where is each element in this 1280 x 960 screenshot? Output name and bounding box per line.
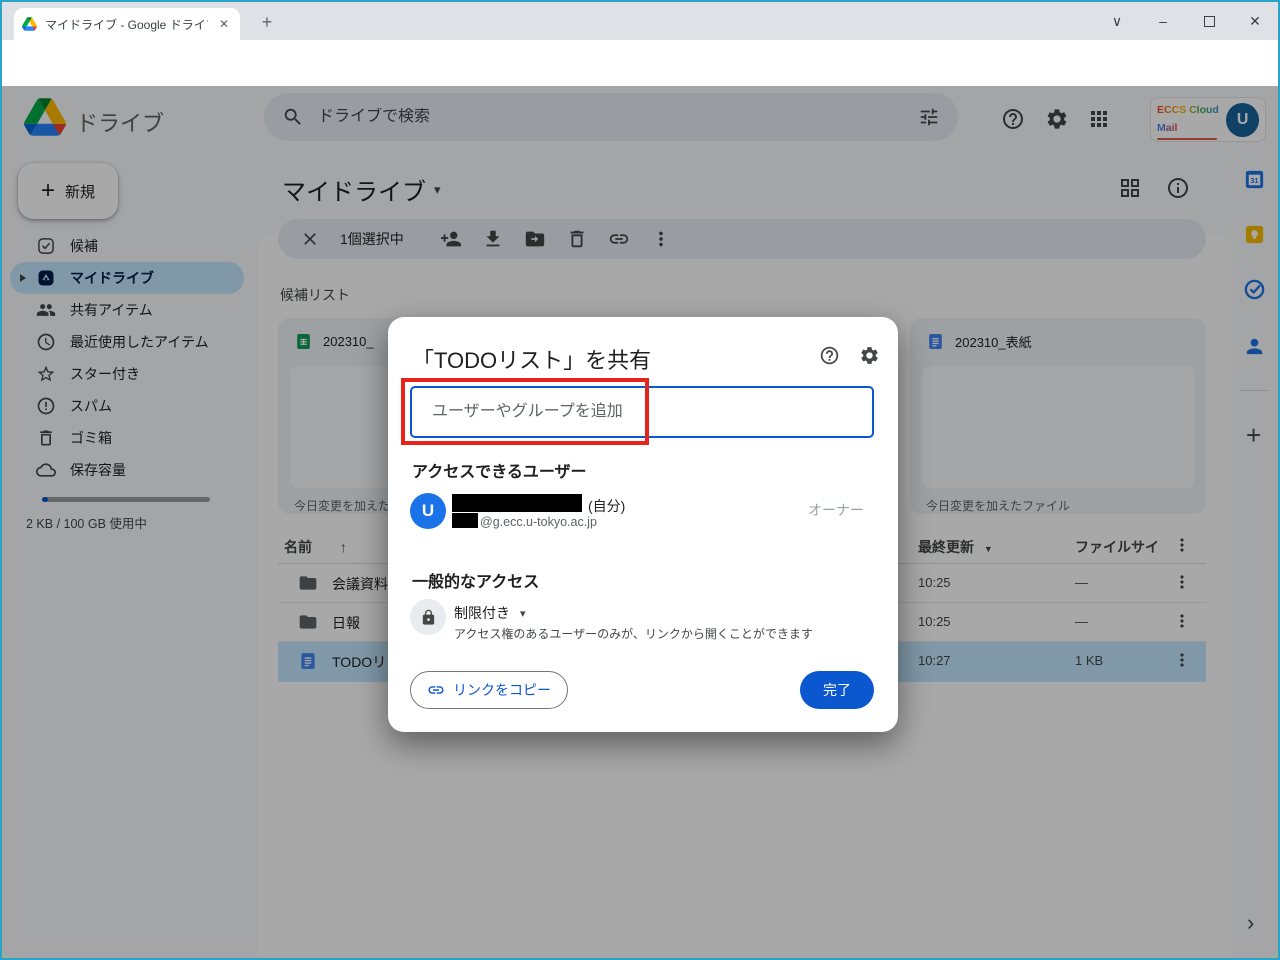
general-access-dropdown[interactable]: 制限付き ▾ (454, 603, 526, 623)
tab-title: マイドライブ - Google ドライブ (45, 17, 208, 32)
maximize-icon (1203, 15, 1215, 27)
link-icon (427, 681, 445, 699)
dialog-settings-icon[interactable] (859, 345, 880, 366)
window-close-button[interactable]: ✕ (1232, 2, 1278, 40)
done-button[interactable]: 完了 (800, 671, 874, 709)
restriction-description: アクセス権のあるユーザーのみが、リンクから開くことができます (454, 627, 813, 641)
drive-favicon-icon (22, 17, 37, 31)
restriction-label: 制限付き (454, 605, 510, 621)
owner-self-label: (自分) (588, 498, 626, 514)
copy-link-label: リンクをコピー (453, 682, 551, 698)
owner-role-label: オーナー (808, 502, 864, 518)
redacted-owner-name (452, 494, 582, 512)
new-tab-button[interactable]: + (254, 10, 280, 36)
browser-toolbar: drive.google.com/drive/my-drive U (2, 40, 1278, 118)
window-menu-icon[interactable]: ∨ (1094, 2, 1140, 40)
owner-avatar: U (410, 493, 446, 529)
chevron-down-icon: ▾ (520, 607, 526, 620)
browser-tab[interactable]: マイドライブ - Google ドライブ ✕ (14, 8, 240, 40)
tab-close-icon[interactable]: ✕ (216, 17, 232, 31)
screen: マイドライブ - Google ドライブ ✕ + ∨ – ✕ drive.goo… (0, 0, 1280, 960)
access-heading: アクセスできるユーザー (412, 464, 587, 481)
share-dialog-title: 「TODOリスト」を共有 (412, 348, 652, 373)
dialog-help-icon[interactable] (819, 345, 840, 366)
redacted-email-prefix (452, 513, 478, 528)
window-maximize-button[interactable] (1186, 2, 1232, 40)
window-minimize-button[interactable]: – (1140, 2, 1186, 40)
owner-email: @g.ecc.u-tokyo.ac.jp (480, 515, 597, 529)
copy-link-button[interactable]: リンクをコピー (410, 671, 568, 709)
restricted-lock-icon (410, 599, 446, 635)
annotation-highlight-box (401, 378, 649, 445)
general-access-heading: 一般的なアクセス (412, 574, 540, 591)
browser-titlebar: マイドライブ - Google ドライブ ✕ + ∨ – ✕ (2, 2, 1278, 40)
